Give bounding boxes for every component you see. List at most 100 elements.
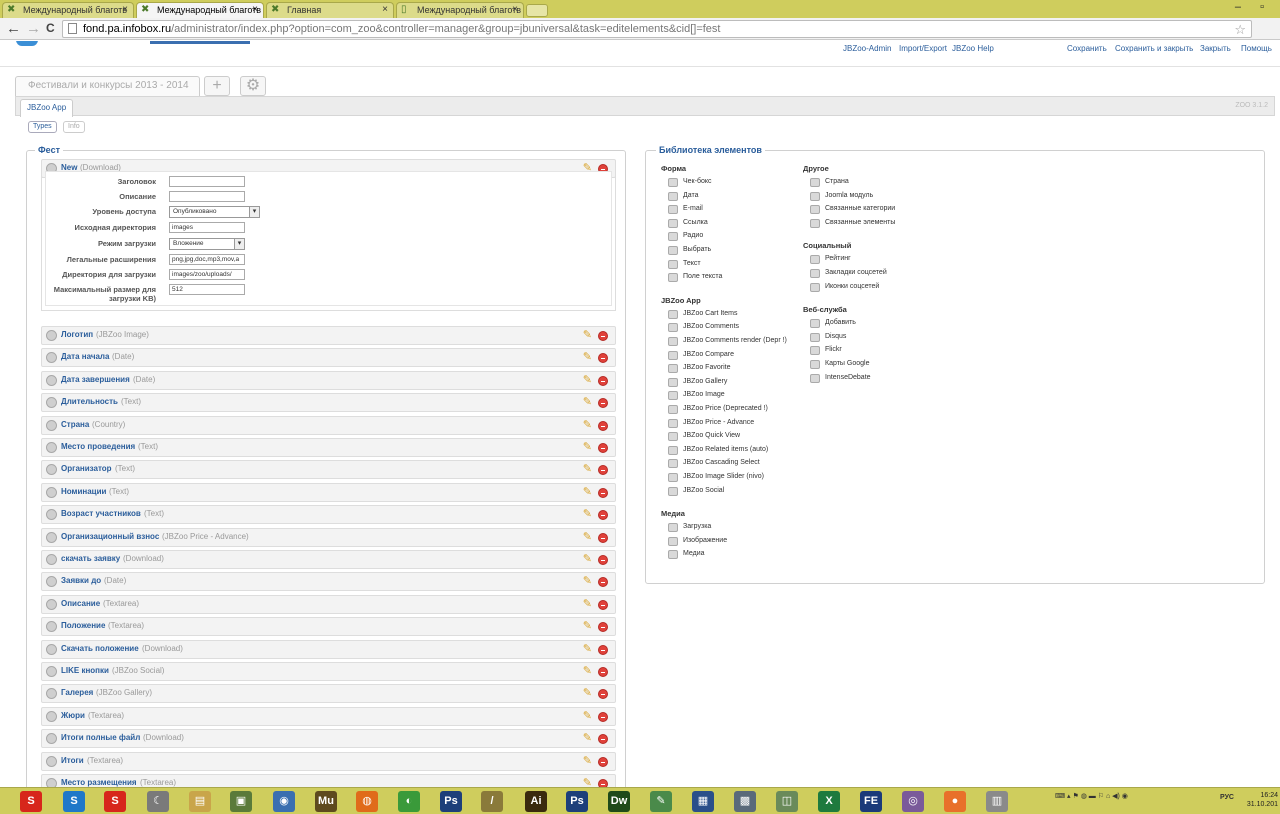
element-name[interactable]: Организационный взнос (61, 532, 159, 541)
edit-pencil-icon[interactable]: ✎ (583, 553, 592, 565)
delete-icon[interactable] (598, 734, 608, 745)
edit-pencil-icon[interactable]: ✎ (583, 777, 592, 787)
library-item[interactable]: Иконки соцсетей (810, 282, 879, 292)
types-button[interactable]: Types (28, 121, 57, 133)
library-item[interactable]: Изображение (668, 536, 727, 546)
library-item[interactable]: Связанные элементы (810, 218, 895, 228)
edit-pencil-icon[interactable]: ✎ (583, 329, 592, 341)
tray-icons[interactable]: ⌨ ▴ ⚑ ◍ ▬ ⚐ ⌂ ◀) ◉ (1055, 793, 1128, 800)
element-name[interactable]: Страна (61, 420, 89, 429)
element-name[interactable]: Заявки до (61, 576, 101, 585)
delete-icon[interactable] (598, 779, 608, 787)
taskbar-app-icon[interactable]: X (818, 791, 840, 812)
clock[interactable]: 16:24 31.10.201 (1247, 791, 1278, 809)
element-row[interactable]: Итоги (Textarea) ✎ (41, 751, 616, 771)
taskbar-app-icon[interactable]: ● (944, 791, 966, 812)
legal-extensions-input[interactable]: png,jpg,doc,mp3,mov,a (169, 254, 245, 265)
source-dir-input[interactable]: images (169, 222, 245, 233)
new-tab-button[interactable] (526, 4, 548, 17)
taskbar-app-icon[interactable]: FE (860, 791, 882, 812)
element-row[interactable]: Номинации (Text) ✎ (41, 482, 616, 502)
library-item[interactable]: IntenseDebate (810, 373, 871, 383)
taskbar-app-icon[interactable]: S (20, 791, 42, 812)
element-row[interactable]: Галерея (JBZoo Gallery) ✎ (41, 684, 616, 704)
library-item[interactable]: Flickr (810, 346, 842, 356)
element-row[interactable]: LIKE кнопки (JBZoo Social) ✎ (41, 662, 616, 681)
add-app-button[interactable]: + (204, 76, 230, 96)
edit-pencil-icon[interactable]: ✎ (583, 374, 592, 386)
edit-pencil-icon[interactable]: ✎ (583, 710, 592, 722)
library-item[interactable]: Медиа (668, 550, 705, 560)
taskbar-app-icon[interactable]: ▩ (734, 791, 756, 812)
library-item[interactable]: Поле текста (668, 273, 722, 283)
taskbar-app-icon[interactable]: Ps (566, 791, 588, 812)
link-import-export[interactable]: Import/Export (899, 44, 947, 53)
library-item[interactable]: JBZoo Image Slider (nivo) (668, 473, 764, 482)
taskbar-app-icon[interactable]: ▤ (189, 791, 211, 812)
element-row[interactable]: Возраст участников (Text) ✎ (41, 505, 616, 525)
element-row[interactable]: Итоги полные файл (Download) ✎ (41, 729, 616, 749)
element-row[interactable]: Организатор (Text) ✎ (41, 460, 616, 480)
element-name[interactable]: Скачать положение (61, 644, 139, 653)
element-name[interactable]: Жюри (61, 711, 85, 720)
taskbar-app-icon[interactable]: ◎ (902, 791, 924, 812)
element-row[interactable]: Положение (Textarea) ✎ (41, 617, 616, 637)
delete-icon[interactable] (598, 398, 608, 409)
element-name[interactable]: Галерея (61, 688, 93, 697)
library-item[interactable]: Disqus (810, 332, 846, 342)
library-item[interactable]: JBZoo Price (Deprecated !) (668, 405, 768, 414)
delete-icon[interactable] (598, 756, 608, 767)
element-name[interactable]: скачать заявку (61, 554, 120, 563)
element-row[interactable]: Скачать положение (Download) ✎ (41, 639, 616, 659)
link-jbzoo-help[interactable]: JBZoo Help (952, 44, 994, 53)
edit-pencil-icon[interactable]: ✎ (583, 732, 592, 744)
element-row[interactable]: Дата завершения (Date) ✎ (41, 370, 616, 390)
save-and-close-button[interactable]: Сохранить и закрыть (1115, 44, 1193, 53)
library-item[interactable]: JBZoo Gallery (668, 377, 727, 387)
library-item[interactable]: Выбрать (668, 246, 711, 255)
taskbar-app-icon[interactable]: ▣ (230, 791, 252, 812)
browser-tab-1[interactable]: ✖ Международный благотв × (2, 2, 134, 18)
taskbar-app-icon[interactable]: S (63, 791, 85, 812)
element-name[interactable]: Номинации (61, 487, 106, 496)
library-item[interactable]: Joomla модуль (810, 191, 873, 201)
close-tab-icon[interactable]: × (512, 3, 518, 17)
library-item[interactable]: Текст (668, 259, 701, 269)
element-row[interactable]: Дата начала (Date) ✎ (41, 348, 616, 368)
edit-pencil-icon[interactable]: ✎ (583, 531, 592, 543)
description-input[interactable] (169, 191, 245, 202)
delete-icon[interactable] (598, 711, 608, 722)
taskbar-app-icon[interactable]: ▦ (692, 791, 714, 812)
bookmark-star-icon[interactable]: ☆ (1234, 22, 1246, 37)
delete-icon[interactable] (598, 689, 608, 700)
library-item[interactable]: E-mail (668, 205, 703, 215)
library-item[interactable]: Связанные категории (810, 205, 895, 215)
close-tab-icon[interactable]: × (252, 3, 258, 17)
edit-pencil-icon[interactable]: ✎ (583, 351, 592, 363)
taskbar-app-icon[interactable]: ☾ (147, 791, 169, 812)
edit-pencil-icon[interactable]: ✎ (583, 508, 592, 520)
library-item[interactable]: JBZoo Comments render (Depr !) (668, 337, 787, 346)
library-item[interactable]: JBZoo Compare (668, 350, 734, 360)
element-name[interactable]: Место размещения (61, 778, 137, 787)
element-name[interactable]: Возраст участников (61, 509, 141, 518)
library-item[interactable]: JBZoo Cascading Select (668, 459, 760, 469)
element-name[interactable]: Положение (61, 621, 105, 630)
element-row[interactable]: Описание (Textarea) ✎ (41, 594, 616, 614)
element-row[interactable]: Страна (Country) ✎ (41, 415, 616, 435)
library-item[interactable]: Добавить (810, 319, 856, 329)
upload-mode-select[interactable]: Вложение ▾ (169, 238, 245, 250)
element-name[interactable]: Организатор (61, 464, 112, 473)
edit-pencil-icon[interactable]: ✎ (583, 441, 592, 453)
delete-icon[interactable] (598, 644, 608, 655)
library-item[interactable]: Ссылка (668, 218, 708, 228)
delete-icon[interactable] (598, 353, 608, 364)
library-item[interactable]: JBZoo Favorite (668, 364, 730, 374)
library-item[interactable]: Карты Google (810, 360, 869, 369)
edit-pencil-icon[interactable]: ✎ (583, 598, 592, 610)
library-item[interactable]: JBZoo Cart Items (668, 309, 737, 319)
edit-pencil-icon[interactable]: ✎ (583, 396, 592, 408)
edit-pencil-icon[interactable]: ✎ (583, 665, 592, 677)
address-bar[interactable]: fond.pa.infobox.ru/administrator/index.p… (62, 20, 1252, 38)
delete-icon[interactable] (598, 667, 608, 677)
